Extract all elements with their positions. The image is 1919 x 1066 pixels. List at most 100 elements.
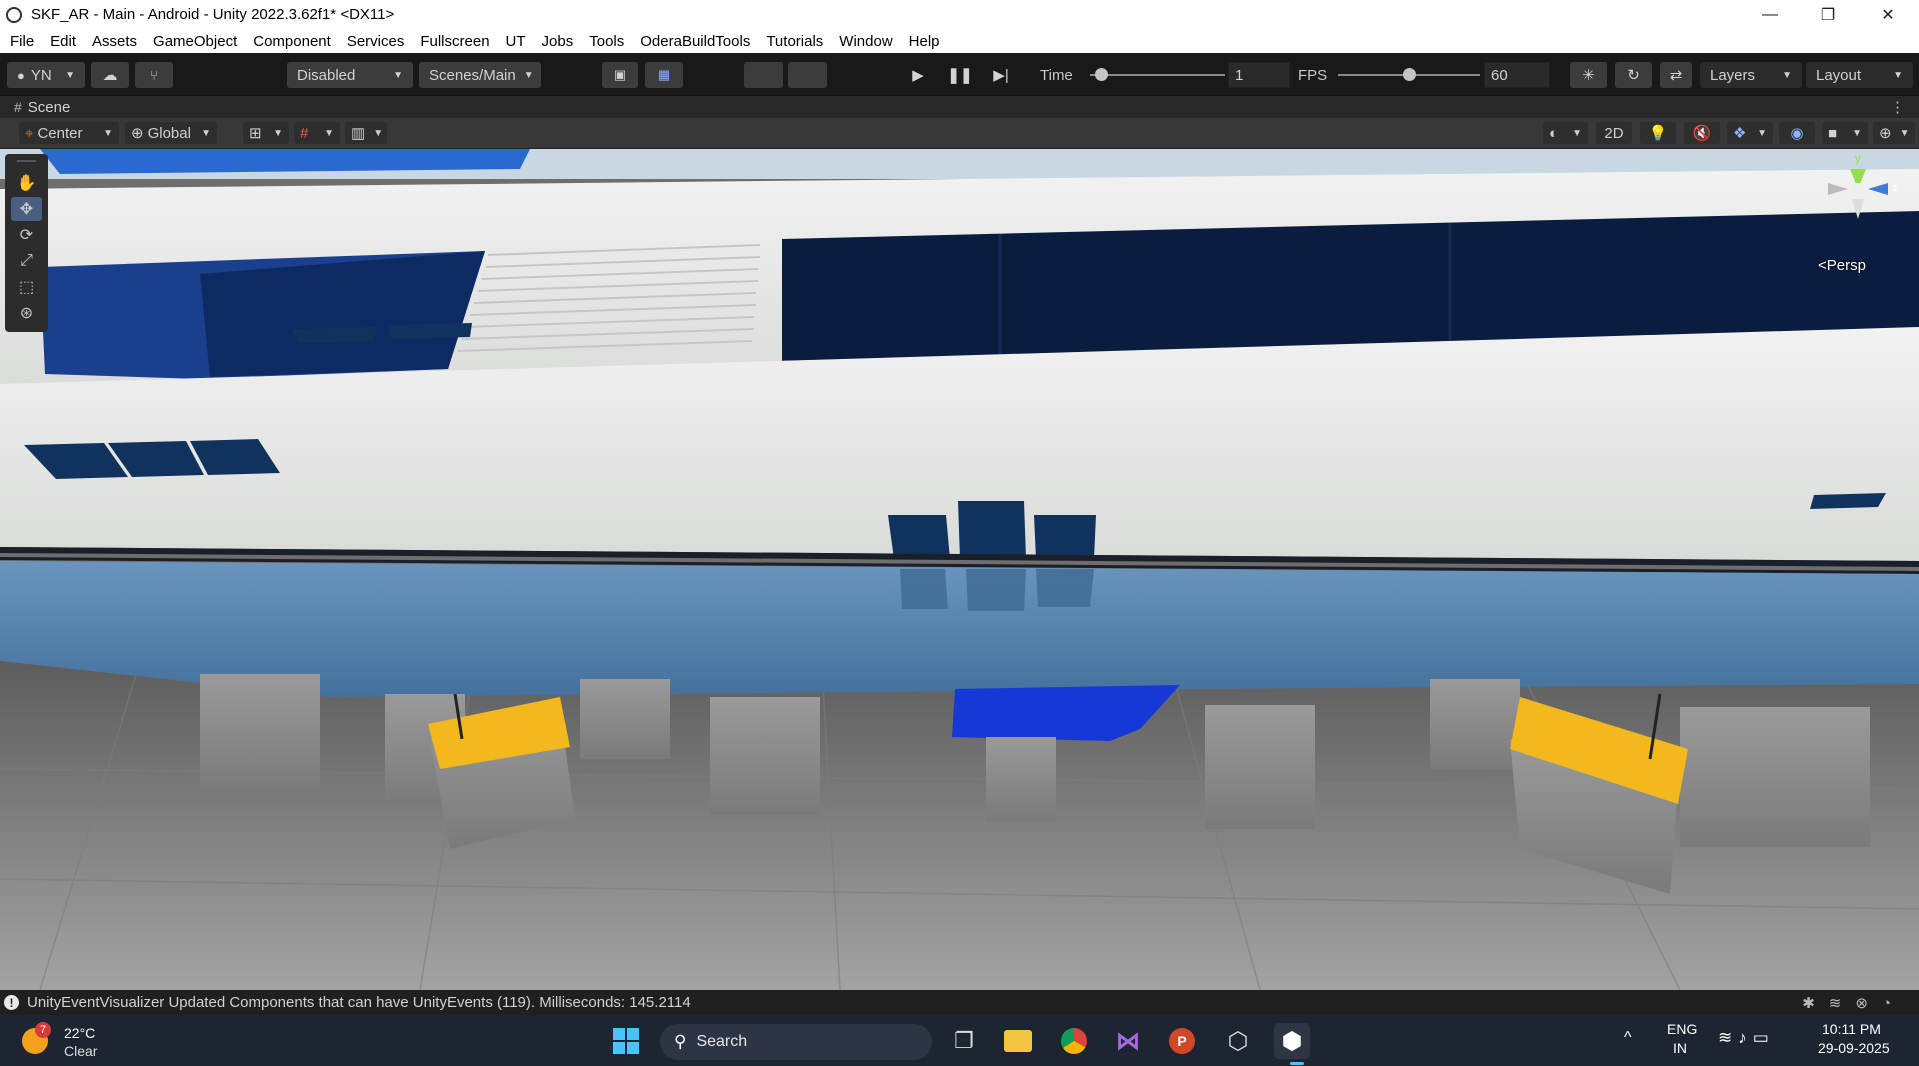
version-control-button[interactable]: ⑂: [135, 62, 173, 88]
scene-viewport[interactable]: y z <Persp: [0, 149, 1919, 990]
title-bar: SKF_AR - Main - Android - Unity 2022.3.6…: [0, 0, 1919, 29]
more-options-icon[interactable]: ⋮: [1890, 98, 1905, 116]
globe-icon: ⊕: [131, 125, 144, 142]
menu-services[interactable]: Services: [339, 33, 413, 50]
rotate-icon: ⟳: [19, 227, 34, 244]
fps-slider-handle[interactable]: [1403, 68, 1416, 81]
layers-dropdown[interactable]: Layers ▼: [1700, 62, 1802, 88]
unity-hub-button[interactable]: ⬡: [1220, 1023, 1256, 1059]
increment-snap-button[interactable]: # ▼: [294, 122, 340, 144]
main-toolbar: ● YN ▼ ☁ ⑂ Disabled ▼ Scenes/Main ▼ ▣ ▦ …: [0, 53, 1919, 96]
clock-time[interactable]: 10:11 PM: [1822, 1021, 1881, 1037]
menu-edit[interactable]: Edit: [42, 33, 84, 50]
menu-tutorials[interactable]: Tutorials: [758, 33, 831, 50]
menu-tools[interactable]: Tools: [581, 33, 632, 50]
axis-arrows: [1828, 169, 1888, 219]
chevron-down-icon: ▼: [1572, 127, 1582, 139]
scene-dropdown[interactable]: Scenes/Main ▼: [419, 62, 541, 88]
projection-toggle[interactable]: <Persp: [1818, 257, 1866, 274]
menu-ut[interactable]: UT: [498, 33, 534, 50]
rect-tool[interactable]: ⬚: [11, 275, 42, 299]
menu-file[interactable]: File: [0, 33, 42, 50]
custom-button-1[interactable]: [744, 62, 783, 88]
platform-dropdown[interactable]: Disabled ▼: [287, 62, 413, 88]
clock-date[interactable]: 29-09-2025: [1818, 1040, 1890, 1056]
menu-window[interactable]: Window: [831, 33, 900, 50]
search-box[interactable]: ⚲ Search: [660, 1024, 932, 1060]
step-button[interactable]: ▶|: [985, 62, 1017, 88]
status-icons: ✱≋⊗◔: [1802, 994, 1905, 1012]
rotate-tool[interactable]: ⟳: [11, 223, 42, 247]
menu-gameobject[interactable]: GameObject: [145, 33, 245, 50]
eye-slash-icon: ◉: [1790, 125, 1804, 142]
powerpoint-icon: P: [1169, 1028, 1195, 1054]
hand-tool[interactable]: ✋: [11, 171, 42, 195]
chrome-button[interactable]: [1056, 1023, 1092, 1059]
custom-button-2[interactable]: [788, 62, 827, 88]
grid-snap-button[interactable]: ⊞ ▼: [243, 122, 289, 144]
gizmos-dropdown[interactable]: ⊕ ▼: [1873, 122, 1915, 144]
shading-mode-button[interactable]: ◐ ▼: [1543, 122, 1588, 144]
task-view-button[interactable]: ❐: [946, 1023, 982, 1059]
start-button[interactable]: [608, 1023, 644, 1059]
layout-dropdown[interactable]: Layout ▼: [1806, 62, 1913, 88]
menu-help[interactable]: Help: [901, 33, 948, 50]
visual-studio-button[interactable]: ⋈: [1110, 1023, 1146, 1059]
time-input[interactable]: 1: [1228, 62, 1290, 88]
scene-grid-icon: #: [14, 99, 22, 115]
loading-button[interactable]: ✳: [1570, 62, 1607, 88]
effects-dropdown[interactable]: ❖ ▼: [1727, 122, 1773, 144]
unity-editor-button[interactable]: ⬢: [1274, 1023, 1310, 1059]
sync-icon: ⇄: [1669, 67, 1683, 84]
system-tray-icons[interactable]: ≋♪▭: [1718, 1028, 1775, 1048]
gizmo-z-label: z: [1892, 182, 1898, 194]
menu-assets[interactable]: Assets: [84, 33, 145, 50]
maximize-button[interactable]: ❐: [1800, 0, 1856, 29]
time-slider-handle[interactable]: [1094, 68, 1108, 81]
lighting-toggle[interactable]: 💡: [1640, 122, 1676, 144]
powerpoint-button[interactable]: P: [1164, 1023, 1200, 1059]
folder-icon: [1004, 1030, 1032, 1052]
scene-visibility-toggle[interactable]: ◉: [1779, 122, 1815, 144]
pivot-icon: ⌖: [25, 124, 34, 142]
language-line1[interactable]: ENG: [1667, 1021, 1697, 1037]
fps-input[interactable]: 60: [1484, 62, 1550, 88]
chevron-down-icon: ▼: [1899, 127, 1910, 139]
sync-button[interactable]: ⇄: [1660, 62, 1692, 88]
cloud-button[interactable]: ☁: [91, 62, 129, 88]
chevron-up-icon[interactable]: ^: [1624, 1029, 1632, 1047]
refresh-button[interactable]: ↻: [1615, 62, 1652, 88]
chevron-down-icon: ▼: [523, 69, 534, 81]
camera-dropdown[interactable]: ■ ▼: [1822, 122, 1868, 144]
file-explorer-button[interactable]: [1000, 1023, 1036, 1059]
move-tool[interactable]: ✥: [11, 197, 42, 221]
minimize-button[interactable]: —: [1742, 0, 1798, 29]
time-slider[interactable]: [1090, 74, 1225, 76]
menu-jobs[interactable]: Jobs: [534, 33, 582, 50]
menu-oderabuildtools[interactable]: OderaBuildTools: [632, 33, 758, 50]
save-scene-button[interactable]: ▣: [602, 62, 638, 88]
play-button[interactable]: ▶: [902, 62, 934, 88]
weather-widget[interactable]: 7 22°C Clear: [22, 1022, 112, 1062]
status-message[interactable]: UnityEventVisualizer Updated Components …: [27, 994, 691, 1011]
language-line2[interactable]: IN: [1673, 1040, 1687, 1056]
menu-component[interactable]: Component: [245, 33, 339, 50]
task-view-icon: ❐: [954, 1028, 974, 1053]
pivot-dropdown[interactable]: ⌖ Center ▼: [19, 122, 119, 144]
close-button[interactable]: ✕: [1860, 0, 1916, 29]
chevron-down-icon: ▼: [103, 127, 113, 139]
grid-visibility-button[interactable]: ▥ ▼: [345, 122, 387, 144]
game-view-button[interactable]: ▦: [645, 62, 683, 88]
pause-button[interactable]: ❚❚: [944, 62, 976, 88]
audio-toggle[interactable]: 🔇: [1684, 122, 1720, 144]
space-dropdown[interactable]: ⊕ Global ▼: [125, 122, 217, 144]
2d-toggle[interactable]: 2D: [1596, 122, 1632, 144]
tab-scene[interactable]: Scene: [28, 99, 71, 116]
transform-tool[interactable]: ⊛: [11, 301, 42, 325]
windows-icon: [613, 1028, 639, 1054]
account-dropdown[interactable]: ● YN ▼: [7, 62, 85, 88]
menu-fullscreen[interactable]: Fullscreen: [412, 33, 497, 50]
increment-snap-icon: #: [300, 124, 309, 142]
orientation-gizmo[interactable]: y z: [1808, 153, 1908, 229]
scale-tool[interactable]: ⤢: [11, 249, 42, 273]
